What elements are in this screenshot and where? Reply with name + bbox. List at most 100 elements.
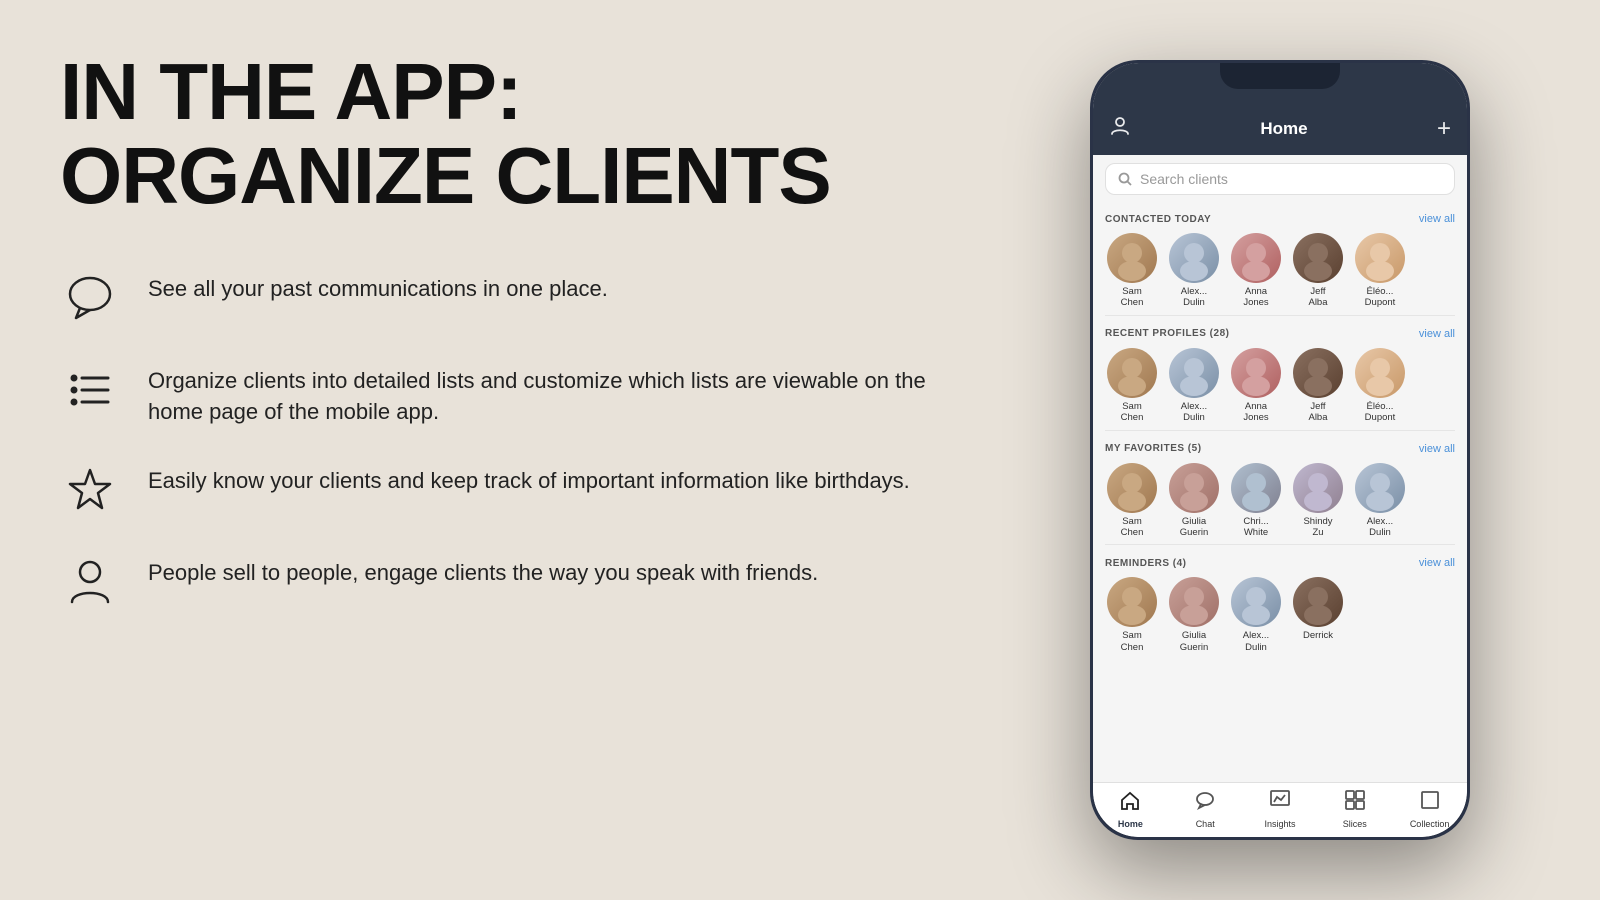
section-header-recent: RECENT PROFILES (28) view all [1105,328,1455,340]
feature-text-list: Organize clients into detailed lists and… [148,360,940,428]
feature-item-chat: See all your past communications in one … [60,268,940,328]
avatar-name-anna2: AnnaJones [1243,401,1268,424]
section-recent-profiles: RECENT PROFILES (28) view all SamChen [1093,318,1467,428]
avatar-alex-dulin-3[interactable]: Alex...Dulin [1353,463,1407,539]
avatar-name-alex1: Alex...Dulin [1181,286,1207,309]
avatar-name-jeff1: JeffAlba [1308,286,1327,309]
nav-label-insights: Insights [1264,819,1295,829]
avatar-sam-chen-1[interactable]: SamChen [1105,233,1159,309]
avatar-name-chris: Chri...White [1243,516,1268,539]
nav-label-chat: Chat [1196,819,1215,829]
nav-item-slices[interactable]: Slices [1317,789,1392,829]
avatar-name-jeff2: JeffAlba [1308,401,1327,424]
section-title-contacted: CONTACTED TODAY [1105,214,1211,225]
avatars-row-favorites: SamChen GiuliaGuerin Chri. [1105,463,1455,539]
avatar-eleo-dupont-2[interactable]: Éléo...Dupont [1353,348,1407,424]
avatar-name-sam1: SamChen [1121,286,1144,309]
avatar-img-alex1 [1169,233,1219,283]
avatar-name-derrick: Derrick [1303,630,1333,641]
avatar-alex-dulin-4[interactable]: Alex...Dulin [1229,577,1283,653]
section-header-contacted: CONTACTED TODAY view all [1105,213,1455,225]
avatars-row-recent: SamChen Alex...Dulin AnnaJ [1105,348,1455,424]
section-my-favorites: MY FAVORITES (5) view all SamChen [1093,433,1467,543]
avatar-name-alex2: Alex...Dulin [1181,401,1207,424]
avatar-shindy-zu[interactable]: ShindyZu [1291,463,1345,539]
app-search-container: Search clients [1093,155,1467,203]
avatar-img-derrick [1293,577,1343,627]
phone-notch [1220,63,1340,89]
avatar-anna-jones-1[interactable]: AnnaJones [1229,233,1283,309]
avatar-name-giulia2: GiuliaGuerin [1180,630,1209,653]
avatar-img-sam1 [1107,233,1157,283]
avatar-img-alex3 [1355,463,1405,513]
avatar-img-eleo2 [1355,348,1405,398]
avatar-name-giulia: GiuliaGuerin [1180,516,1209,539]
add-button[interactable]: + [1437,117,1451,141]
avatar-anna-jones-2[interactable]: AnnaJones [1229,348,1283,424]
divider-1 [1105,315,1455,316]
feature-item-list: Organize clients into detailed lists and… [60,360,940,428]
viewall-favorites[interactable]: view all [1419,443,1455,455]
avatar-img-jeff1 [1293,233,1343,283]
section-header-reminders: REMINDERS (4) view all [1105,557,1455,569]
title-line1: IN THE APP: [60,47,522,136]
avatar-alex-dulin-2[interactable]: Alex...Dulin [1167,348,1221,424]
app-content: CONTACTED TODAY view all SamChen [1093,203,1467,782]
avatar-sam-chen-4[interactable]: SamChen [1105,577,1159,653]
profile-icon[interactable] [1109,115,1131,143]
avatar-chris-white[interactable]: Chri...White [1229,463,1283,539]
nav-item-home[interactable]: Home [1093,789,1168,829]
avatar-giulia-guerin-2[interactable]: GiuliaGuerin [1167,577,1221,653]
phone-mockup: Home + Search clients CONTACTE [1090,60,1470,840]
avatar-sam-chen-2[interactable]: SamChen [1105,348,1159,424]
viewall-reminders[interactable]: view all [1419,557,1455,569]
slices-nav-icon [1344,789,1366,817]
chat-icon [60,268,120,328]
section-contacted-today: CONTACTED TODAY view all SamChen [1093,203,1467,313]
avatar-name-shindy: ShindyZu [1303,516,1332,539]
feature-text-star: Easily know your clients and keep track … [148,460,910,497]
avatar-name-sam2: SamChen [1121,401,1144,424]
avatars-row-contacted: SamChen Alex...Dulin AnnaJ [1105,233,1455,309]
divider-3 [1105,544,1455,545]
app-header-title: Home [1131,119,1437,139]
right-panel: Home + Search clients CONTACTE [1000,0,1600,900]
feature-item-person: People sell to people, engage clients th… [60,552,940,612]
viewall-contacted[interactable]: view all [1419,213,1455,225]
avatar-alex-dulin-1[interactable]: Alex...Dulin [1167,233,1221,309]
search-bar[interactable]: Search clients [1105,163,1455,195]
nav-item-insights[interactable]: Insights [1243,789,1318,829]
avatar-jeff-alba-1[interactable]: JeffAlba [1291,233,1345,309]
star-icon [60,460,120,520]
avatar-name-eleo1: Éléo...Dupont [1365,286,1396,309]
avatar-img-chris [1231,463,1281,513]
nav-item-chat[interactable]: Chat [1168,789,1243,829]
collection-nav-icon [1419,789,1441,817]
title-line2: ORGANIZE CLIENTS [60,131,831,220]
viewall-recent[interactable]: view all [1419,328,1455,340]
avatar-sam-chen-3[interactable]: SamChen [1105,463,1159,539]
avatar-name-sam3: SamChen [1121,516,1144,539]
avatar-img-alex4 [1231,577,1281,627]
avatar-derrick[interactable]: Derrick [1291,577,1345,653]
avatar-img-giulia2 [1169,577,1219,627]
avatar-name-alex4: Alex...Dulin [1243,630,1269,653]
main-title: IN THE APP: ORGANIZE CLIENTS [60,50,940,218]
nav-label-collection: Collection [1410,819,1450,829]
avatar-img-eleo1 [1355,233,1405,283]
avatar-img-sam4 [1107,577,1157,627]
avatar-img-anna2 [1231,348,1281,398]
feature-text-chat: See all your past communications in one … [148,268,608,305]
avatar-jeff-alba-2[interactable]: JeffAlba [1291,348,1345,424]
avatar-giulia-guerin[interactable]: GiuliaGuerin [1167,463,1221,539]
avatar-img-anna1 [1231,233,1281,283]
avatar-img-shindy [1293,463,1343,513]
avatar-name-sam4: SamChen [1121,630,1144,653]
feature-item-star: Easily know your clients and keep track … [60,460,940,520]
chat-nav-icon [1194,789,1216,817]
avatar-img-giulia [1169,463,1219,513]
avatar-eleo-dupont-1[interactable]: Éléo...Dupont [1353,233,1407,309]
avatar-img-alex2 [1169,348,1219,398]
features-list: See all your past communications in one … [60,268,940,612]
nav-item-collection[interactable]: Collection [1392,789,1467,829]
